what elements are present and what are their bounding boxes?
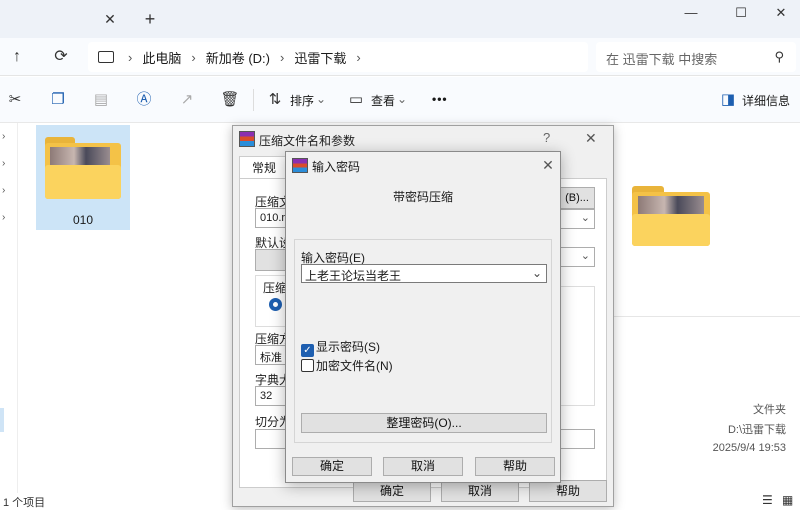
chevron-right-icon: › xyxy=(356,49,361,65)
chevron-right-icon[interactable]: › xyxy=(2,212,5,223)
encrypt-filenames-checkbox[interactable]: 加密文件名(N) xyxy=(301,357,393,374)
archive-help-button[interactable]: 帮助 xyxy=(529,480,607,502)
breadcrumb[interactable]: › 此电脑 › 新加卷 (D:) › 迅雷下载 › xyxy=(88,42,588,72)
password-cancel-button[interactable]: 取消 xyxy=(383,457,463,476)
set-password-area[interactable] xyxy=(559,429,595,449)
list-view-icon[interactable]: ☰ xyxy=(762,493,773,507)
password-ok-button[interactable]: 确定 xyxy=(292,457,372,476)
chevron-down-icon[interactable]: ⌄ xyxy=(532,266,542,280)
toolbar-divider xyxy=(253,89,254,111)
archive-dialog-close-button[interactable]: ✕ xyxy=(585,130,597,147)
folder-item[interactable]: 010 xyxy=(36,125,130,230)
share-icon[interactable]: ↗ xyxy=(177,90,197,110)
checkbox-unchecked-icon[interactable] xyxy=(301,359,314,372)
chevron-right-icon[interactable]: › xyxy=(2,185,5,196)
search-icon: ⚲ xyxy=(774,49,784,64)
grid-view-icon[interactable]: ▦ xyxy=(782,493,793,507)
sort-button[interactable]: 排序 xyxy=(290,92,314,109)
password-group: 输入密码(E) 上老王论坛当老王 ⌄ ✓ 显示密码(S) 加密文件名(N) 整理密… xyxy=(294,239,552,443)
checkbox-checked-icon[interactable]: ✓ xyxy=(301,344,314,357)
computer-icon xyxy=(98,51,114,63)
details-type: 文件夹 xyxy=(753,404,786,416)
details-date: 2025/9/4 19:53 xyxy=(712,442,786,454)
chevron-right-icon[interactable]: › xyxy=(2,158,5,169)
breadcrumb-item-folder[interactable]: 迅雷下载 xyxy=(294,48,346,67)
organize-passwords-button[interactable]: 整理密码(O)... xyxy=(301,413,547,433)
rar-format-radio[interactable] xyxy=(269,298,282,311)
paste-icon[interactable]: ▤ xyxy=(91,90,111,110)
details-path: D:\迅雷下载 xyxy=(727,424,786,436)
sort-icon[interactable]: ⇅ xyxy=(265,90,285,110)
details-preview-folder-icon xyxy=(632,186,710,246)
close-window-button[interactable]: ✕ xyxy=(758,0,800,28)
show-password-checkbox[interactable]: ✓ 显示密码(S) xyxy=(301,338,380,357)
password-input[interactable]: 上老王论坛当老王 ⌄ xyxy=(301,264,547,283)
encrypt-filenames-label: 加密文件名(N) xyxy=(316,359,393,373)
delete-icon[interactable]: 🗑 xyxy=(220,90,240,110)
update-mode-select[interactable]: ⌄ xyxy=(559,209,595,229)
details-divider xyxy=(614,316,800,317)
details-button[interactable]: 详细信息 xyxy=(742,92,790,109)
password-dialog: 输入密码 ✕ 带密码压缩 输入密码(E) 上老王论坛当老王 ⌄ ✓ 显示密码(S)… xyxy=(285,151,561,483)
winrar-icon xyxy=(292,158,308,173)
nav-selection-marker xyxy=(0,408,4,432)
more-options-icon[interactable]: ••• xyxy=(432,92,448,106)
password-help-button[interactable]: 帮助 xyxy=(475,457,555,476)
chevron-right-icon[interactable]: › xyxy=(2,131,5,142)
cut-icon[interactable]: ✂ xyxy=(5,90,25,110)
address-row: ↑ ⟳ › 此电脑 › 新加卷 (D:) › 迅雷下载 › 在 迅雷下载 中搜索… xyxy=(0,38,800,76)
profile-select[interactable]: ⌄ xyxy=(559,247,595,267)
details-pane-icon[interactable]: ◨ xyxy=(718,90,738,110)
item-count: 1 个项目 xyxy=(3,497,46,509)
tab-general[interactable]: 常规 xyxy=(239,156,289,178)
view-icon[interactable]: ▭ xyxy=(346,90,366,110)
password-heading: 带密码压缩 xyxy=(392,190,453,204)
search-box[interactable]: 在 迅雷下载 中搜索 ⚲ xyxy=(596,42,796,72)
chevron-down-icon: ⌄ xyxy=(397,92,408,106)
breadcrumb-item-drive[interactable]: 新加卷 (D:) xyxy=(206,48,270,67)
archive-ok-button[interactable]: 确定 xyxy=(353,480,431,502)
password-dialog-close-button[interactable]: ✕ xyxy=(538,155,558,175)
rename-icon[interactable]: Ⓐ xyxy=(134,90,154,110)
help-icon[interactable]: ? xyxy=(543,130,550,145)
chevron-right-icon: › xyxy=(191,49,196,65)
folder-name: 010 xyxy=(72,213,94,227)
navigation-pane: › › › › xyxy=(0,123,18,493)
view-button[interactable]: 查看 xyxy=(371,92,395,109)
chevron-right-icon: › xyxy=(128,49,133,65)
folder-front xyxy=(45,165,121,199)
show-password-label: 显示密码(S) xyxy=(316,340,380,354)
tab-close-button[interactable]: ✕ xyxy=(100,9,120,29)
copy-icon[interactable]: ❐ xyxy=(48,90,68,110)
archive-dialog-title: 压缩文件名和参数 xyxy=(259,134,356,148)
chevron-down-icon: ⌄ xyxy=(316,92,327,106)
new-tab-button[interactable]: + xyxy=(140,8,160,30)
command-bar: ✂ ❐ ▤ Ⓐ ↗ 🗑 ⇅ 排序 ⌄ ▭ 查看 ⌄ ••• ◨ 详细信息 xyxy=(0,77,800,123)
password-value: 上老王论坛当老王 xyxy=(305,269,402,283)
up-arrow-icon[interactable]: ↑ xyxy=(6,46,28,68)
breadcrumb-item-this-pc[interactable]: 此电脑 xyxy=(142,48,181,67)
format-group-label: 压缩 xyxy=(263,281,288,295)
tab-strip: ✕ + — ☐ ✕ xyxy=(0,0,800,38)
refresh-icon[interactable]: ⟳ xyxy=(50,46,72,68)
browse-button[interactable]: (B)... xyxy=(559,187,595,209)
chevron-right-icon: › xyxy=(279,49,285,65)
search-placeholder: 在 迅雷下载 中搜索 xyxy=(606,52,718,67)
minimize-button[interactable]: — xyxy=(668,0,714,28)
password-dialog-title: 输入密码 xyxy=(312,160,361,174)
options-group xyxy=(559,286,595,406)
archive-cancel-button[interactable]: 取消 xyxy=(441,480,519,502)
winrar-icon xyxy=(239,131,255,147)
